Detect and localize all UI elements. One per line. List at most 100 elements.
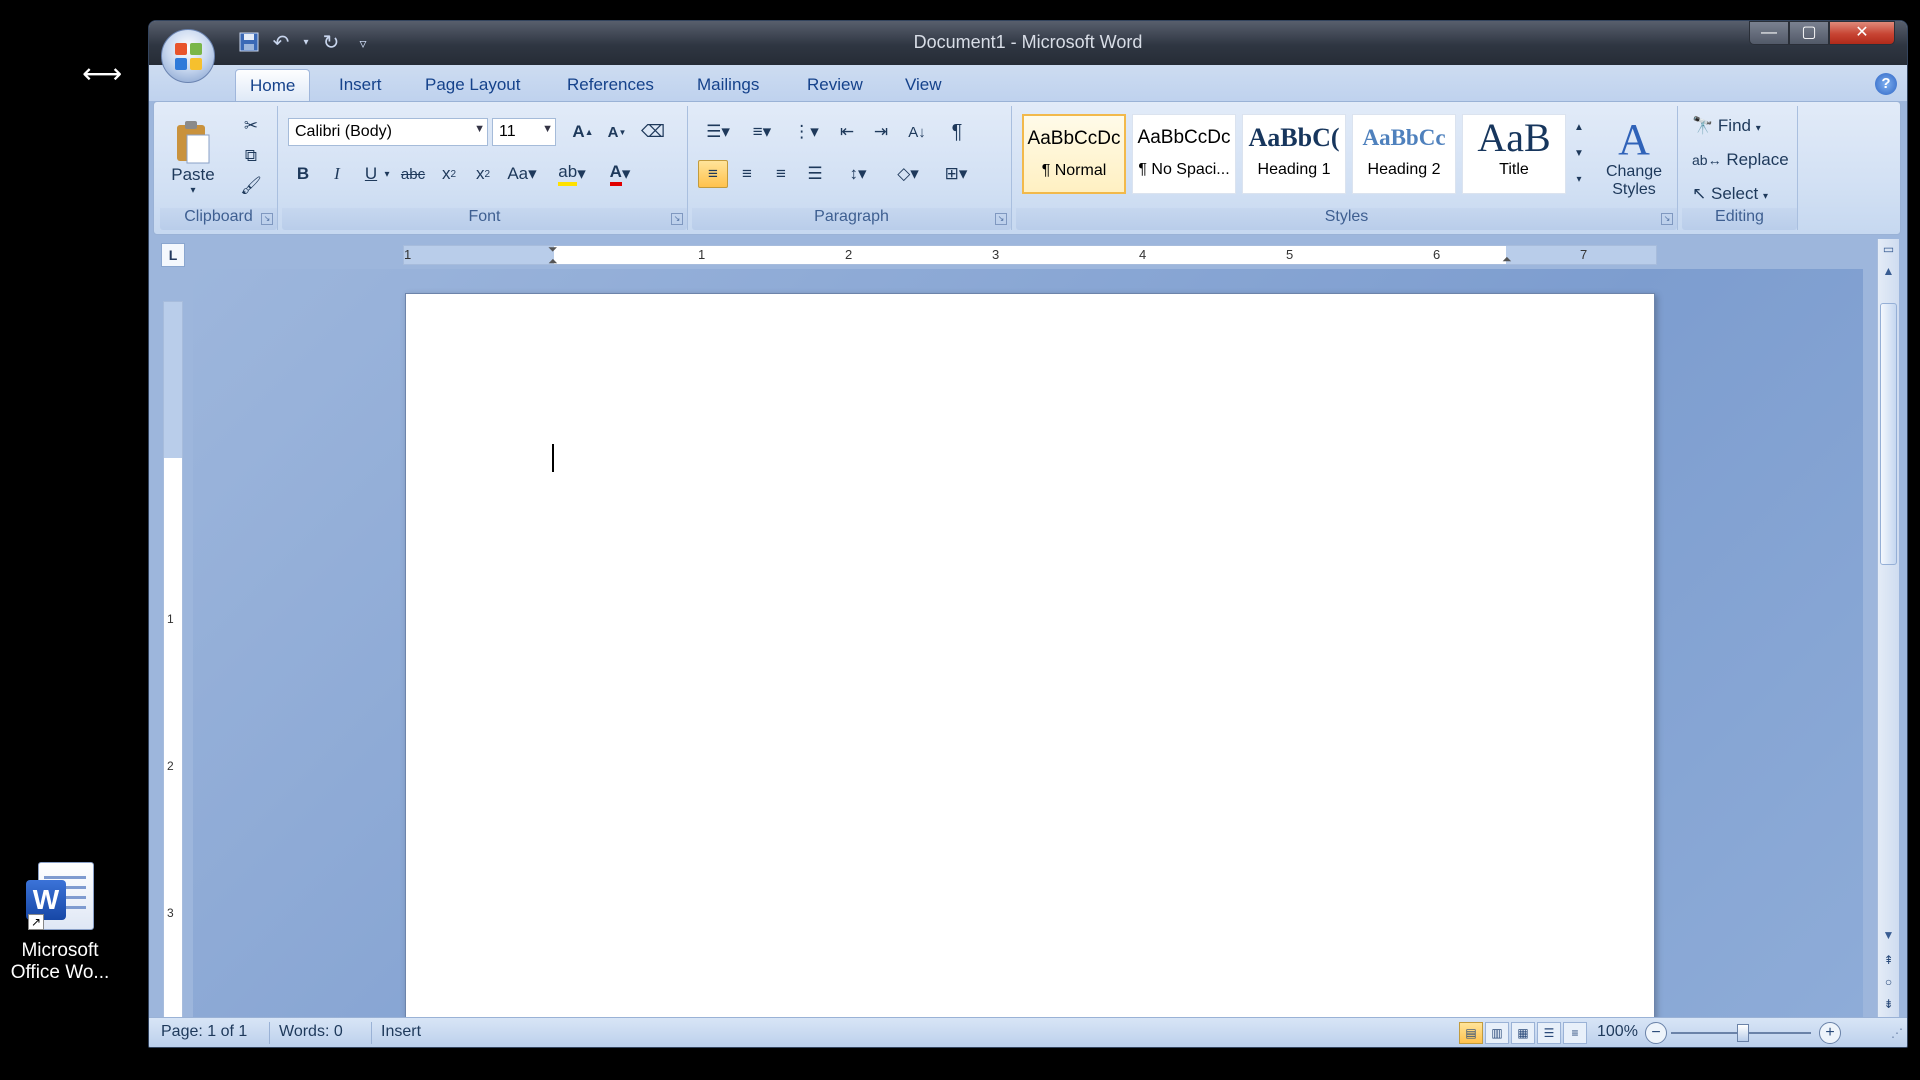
- font-name-combo[interactable]: Calibri (Body) ▼: [288, 118, 488, 146]
- styles-more-icon[interactable]: ▾: [1570, 166, 1588, 192]
- tab-review[interactable]: Review: [793, 69, 877, 101]
- resize-cursor-icon: ⟷: [82, 58, 123, 89]
- clipboard-launcher-icon[interactable]: ↘: [261, 213, 273, 225]
- horizontal-ruler[interactable]: 1 1 2 3 4 5 6 7 ⏷ ⏶ ⏶: [403, 242, 1657, 268]
- print-layout-view-icon[interactable]: ▤: [1459, 1022, 1483, 1044]
- previous-page-icon[interactable]: ⇞: [1878, 953, 1899, 973]
- tab-view[interactable]: View: [891, 69, 956, 101]
- help-icon[interactable]: ?: [1875, 73, 1897, 95]
- ruler-number: 4: [1139, 247, 1147, 262]
- style-normal[interactable]: AaBbCcDc ¶ Normal: [1022, 114, 1126, 194]
- copy-icon[interactable]: ⧉: [236, 142, 266, 170]
- ruler-number: 1: [698, 247, 706, 262]
- scroll-up-icon[interactable]: ▲: [1878, 261, 1899, 281]
- increase-indent-icon[interactable]: ⇥: [866, 118, 896, 146]
- font-color-icon[interactable]: A ▾: [600, 160, 640, 188]
- window-title: Document1 - Microsoft Word: [913, 32, 1143, 52]
- bold-icon[interactable]: B: [288, 160, 318, 188]
- tab-page-layout[interactable]: Page Layout: [411, 69, 534, 101]
- align-left-icon[interactable]: ≡: [698, 160, 728, 188]
- zoom-level[interactable]: 100%: [1597, 1023, 1638, 1041]
- scroll-thumb[interactable]: [1880, 303, 1897, 565]
- desktop-icon-word[interactable]: W ↗ Microsoft Office Wo...: [8, 862, 112, 984]
- paste-icon: [177, 120, 210, 163]
- style-title[interactable]: AaB Title: [1462, 114, 1566, 194]
- decrease-indent-icon[interactable]: ⇤: [832, 118, 862, 146]
- format-painter-icon[interactable]: 🖌: [236, 172, 266, 200]
- font-size-combo[interactable]: 11 ▼: [492, 118, 556, 146]
- web-layout-view-icon[interactable]: ▦: [1511, 1022, 1535, 1044]
- underline-dropdown-icon[interactable]: ▾: [380, 160, 394, 188]
- hanging-indent-marker[interactable]: ⏶: [548, 254, 558, 269]
- styles-scroll-down-icon[interactable]: ▼: [1570, 140, 1588, 166]
- close-button[interactable]: ✕: [1829, 21, 1895, 45]
- numbering-icon[interactable]: ≡▾: [742, 118, 782, 146]
- shading-icon[interactable]: ◇▾: [888, 160, 928, 188]
- zoom-slider-handle[interactable]: [1737, 1024, 1749, 1042]
- resize-grip-icon[interactable]: ⋰: [1891, 1026, 1903, 1040]
- clear-formatting-icon[interactable]: ⌫: [638, 118, 668, 146]
- minimize-button[interactable]: —: [1749, 21, 1789, 45]
- styles-scroll-up-icon[interactable]: ▲: [1570, 114, 1588, 140]
- title-bar[interactable]: ↶ ▾ ↻ ▿ Document1 - Microsoft Word — ▢ ✕: [149, 21, 1907, 65]
- borders-icon[interactable]: ⊞▾: [936, 160, 976, 188]
- view-ruler-icon[interactable]: ▭: [1878, 239, 1899, 259]
- change-styles-button[interactable]: A Change Styles: [1596, 110, 1672, 206]
- tab-selector-icon[interactable]: L: [161, 243, 185, 267]
- style-normal-sample: AaBbCcDc: [1027, 128, 1121, 149]
- grow-font-icon[interactable]: A ▲: [568, 118, 598, 146]
- font-launcher-icon[interactable]: ↘: [671, 213, 683, 225]
- right-indent-marker[interactable]: ⏶: [1502, 252, 1512, 267]
- office-logo-icon: [175, 43, 203, 71]
- superscript-icon[interactable]: x2: [468, 160, 498, 188]
- style-no-spacing[interactable]: AaBbCcDc ¶ No Spaci...: [1132, 114, 1236, 194]
- line-spacing-icon[interactable]: ↕▾: [838, 160, 878, 188]
- replace-icon: ab↔: [1692, 152, 1722, 168]
- tab-home[interactable]: Home: [235, 69, 311, 101]
- sort-icon[interactable]: A↓: [902, 118, 932, 146]
- select-button[interactable]: ↖ Select ▾: [1692, 184, 1768, 204]
- insert-mode[interactable]: Insert: [381, 1023, 421, 1041]
- word-count[interactable]: Words: 0: [279, 1023, 343, 1041]
- text-cursor: [552, 444, 554, 472]
- cut-icon[interactable]: ✂: [236, 112, 266, 140]
- replace-button[interactable]: ab↔ Replace: [1692, 150, 1789, 170]
- next-page-icon[interactable]: ⇟: [1878, 997, 1899, 1017]
- paragraph-launcher-icon[interactable]: ↘: [995, 213, 1007, 225]
- outline-view-icon[interactable]: ☰: [1537, 1022, 1561, 1044]
- style-heading-1[interactable]: AaBbC( Heading 1: [1242, 114, 1346, 194]
- style-heading-1-sample: AaBbC(: [1248, 123, 1340, 152]
- maximize-button[interactable]: ▢: [1789, 21, 1829, 45]
- tab-references[interactable]: References: [553, 69, 668, 101]
- vertical-ruler[interactable]: 1 2 3: [163, 301, 183, 1019]
- office-button[interactable]: [161, 29, 215, 83]
- document-page[interactable]: [405, 293, 1655, 1033]
- zoom-in-icon[interactable]: +: [1819, 1022, 1841, 1044]
- desktop-icon-label-line2: Office Wo...: [10, 962, 110, 983]
- strikethrough-icon[interactable]: abc: [398, 160, 428, 188]
- zoom-out-icon[interactable]: −: [1645, 1022, 1667, 1044]
- find-button[interactable]: 🔭 Find ▾: [1692, 116, 1761, 136]
- vertical-scrollbar[interactable]: ▭ ▲ ▼ ⇞ ○ ⇟: [1877, 239, 1899, 1025]
- full-screen-reading-view-icon[interactable]: ▥: [1485, 1022, 1509, 1044]
- subscript-icon[interactable]: x2: [434, 160, 464, 188]
- paste-button[interactable]: Paste ▾: [166, 112, 220, 202]
- align-center-icon[interactable]: ≡: [732, 160, 762, 188]
- tab-mailings[interactable]: Mailings: [683, 69, 773, 101]
- multilevel-list-icon[interactable]: ⋮▾: [786, 118, 826, 146]
- bullets-icon[interactable]: ☰▾: [698, 118, 738, 146]
- tab-insert[interactable]: Insert: [325, 69, 396, 101]
- scroll-down-icon[interactable]: ▼: [1878, 925, 1899, 945]
- change-case-icon[interactable]: Aa▾: [502, 160, 542, 188]
- align-right-icon[interactable]: ≡: [766, 160, 796, 188]
- browse-object-icon[interactable]: ○: [1878, 975, 1899, 995]
- draft-view-icon[interactable]: ≡: [1563, 1022, 1587, 1044]
- show-formatting-marks-icon[interactable]: ¶: [942, 118, 972, 146]
- highlight-icon[interactable]: ab ▾: [550, 160, 594, 188]
- styles-launcher-icon[interactable]: ↘: [1661, 213, 1673, 225]
- justify-icon[interactable]: ☰: [800, 160, 830, 188]
- italic-icon[interactable]: I: [322, 160, 352, 188]
- page-count[interactable]: Page: 1 of 1: [161, 1023, 247, 1041]
- style-heading-2[interactable]: AaBbCc Heading 2: [1352, 114, 1456, 194]
- shrink-font-icon[interactable]: A ▼: [602, 118, 632, 146]
